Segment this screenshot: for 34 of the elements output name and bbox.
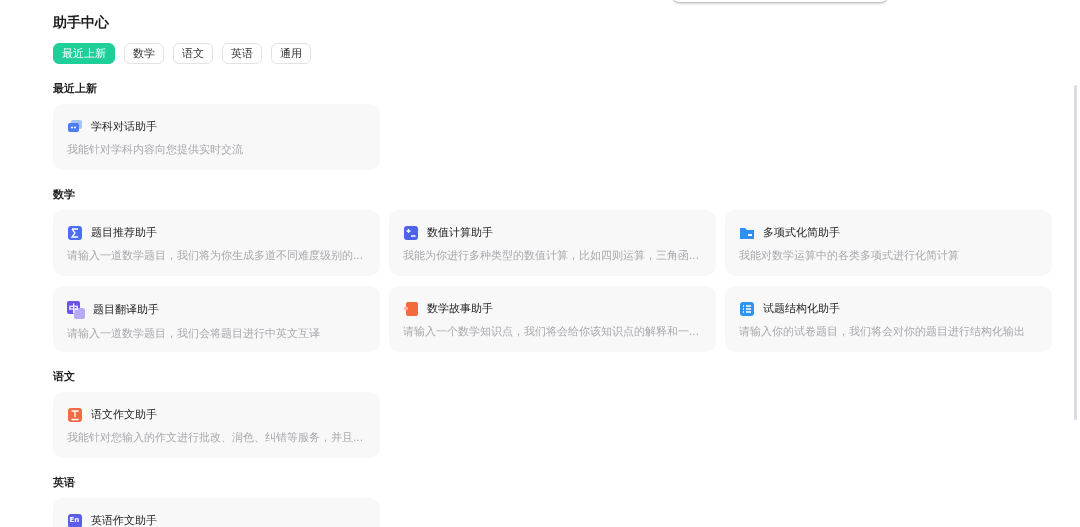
chat-bubbles-icon bbox=[67, 119, 83, 135]
assistant-description: 我能对数学运算中的各类多项式进行化简计算 bbox=[739, 248, 960, 263]
category-tab[interactable]: 通用 bbox=[271, 43, 311, 64]
text-icon bbox=[67, 407, 83, 423]
assistant-card[interactable]: 学科对话助手 我能针对学科内容向您提供实时交流 bbox=[53, 104, 380, 170]
assistant-card[interactable]: 语文作文助手 我能针对您输入的作文进行批改、润色、纠错等服务，并且... bbox=[53, 392, 380, 458]
section-heading: 语文 bbox=[53, 369, 76, 385]
category-tab[interactable]: 数学 bbox=[124, 43, 164, 64]
folder-icon bbox=[739, 225, 755, 241]
assistant-name: 数值计算助手 bbox=[427, 225, 493, 241]
plus-minus-icon bbox=[403, 225, 419, 241]
icon-label: 中 bbox=[68, 302, 79, 314]
assistant-name: 学科对话助手 bbox=[91, 119, 157, 135]
assistant-name: 多项式化简助手 bbox=[763, 225, 840, 241]
section-heading: 数学 bbox=[53, 187, 76, 203]
assistant-name: 数学故事助手 bbox=[427, 301, 493, 317]
assistant-description: 我能针对学科内容向您提供实时交流 bbox=[67, 142, 244, 157]
scrollbar[interactable] bbox=[1074, 85, 1077, 420]
assistant-description: 请输入你的试卷题目，我们将会对你的题目进行结构化输出 bbox=[739, 324, 1026, 339]
assistant-card[interactable]: 试题结构化助手 请输入你的试卷题目，我们将会对你的题目进行结构化输出 bbox=[725, 286, 1052, 352]
assistant-name: 题目翻译助手 bbox=[93, 302, 159, 318]
assistant-name: 试题结构化助手 bbox=[763, 301, 840, 317]
sigma-icon bbox=[67, 225, 83, 241]
assistant-name: 题目推荐助手 bbox=[91, 225, 157, 241]
page-title: 助手中心 bbox=[53, 13, 110, 32]
assistant-name: 英语作文助手 bbox=[91, 513, 157, 527]
assistant-card[interactable]: 多项式化简助手 我能对数学运算中的各类多项式进行化简计算 bbox=[725, 210, 1052, 276]
category-tab[interactable]: 英语 bbox=[222, 43, 262, 64]
section-heading: 最近上新 bbox=[53, 81, 98, 97]
list-icon bbox=[739, 301, 755, 317]
assistant-description: 我能针对您输入的作文进行批改、润色、纠错等服务，并且... bbox=[67, 430, 364, 445]
assistant-name: 语文作文助手 bbox=[91, 407, 157, 423]
section-heading: 英语 bbox=[53, 475, 76, 491]
category-tab[interactable]: 语文 bbox=[173, 43, 213, 64]
